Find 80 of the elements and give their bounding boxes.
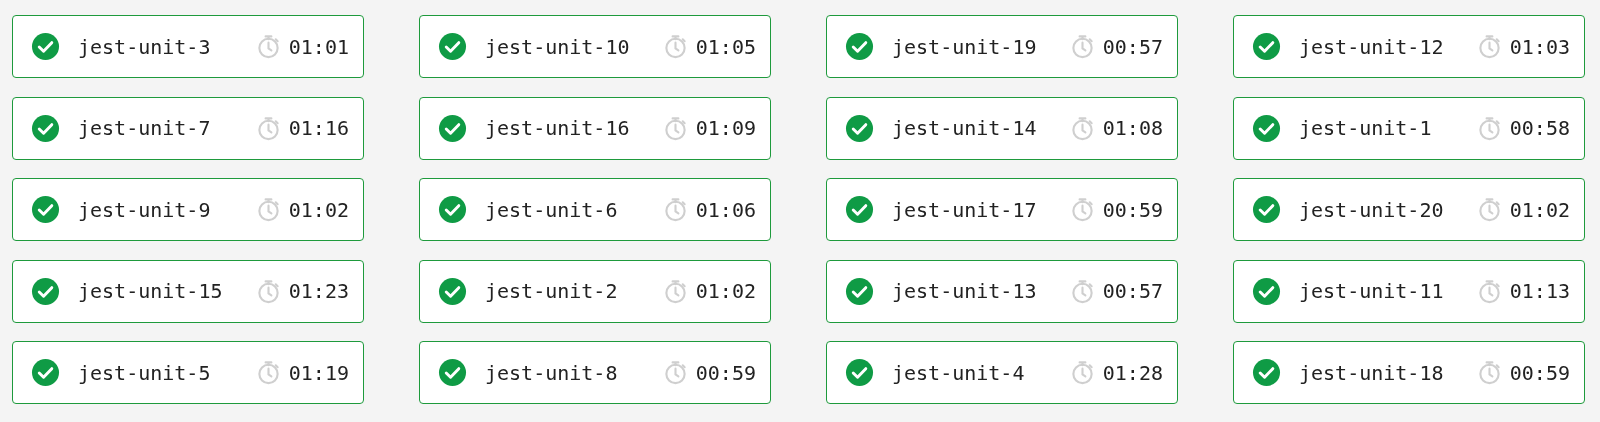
job-card[interactable]: jest-unit-10 01:05 [419,15,771,78]
job-card[interactable]: jest-unit-12 01:03 [1233,15,1585,78]
job-name: jest-unit-17 [892,196,1038,224]
job-card[interactable]: jest-unit-13 00:57 [826,259,1178,323]
stopwatch-icon [662,34,688,59]
job-card[interactable]: jest-unit-2 01:02 [419,259,771,323]
job-name: jest-unit-20 [1299,196,1445,224]
stopwatch-icon [662,197,688,223]
stopwatch-icon [662,115,688,141]
job-name: jest-unit-3 [78,33,212,61]
duration-text: 01:01 [288,33,349,61]
job-card[interactable]: jest-unit-6 01:06 [419,178,771,242]
stopwatch-icon [255,360,281,386]
stopwatch-icon [255,115,281,141]
duration-text: 01:16 [288,115,349,143]
job-name: jest-unit-9 [78,196,212,224]
stopwatch-icon [1476,34,1502,59]
job-name: jest-unit-14 [892,115,1038,143]
duration-text: 01:09 [695,115,756,143]
job-name: jest-unit-10 [485,33,631,61]
job-name: jest-unit-4 [892,359,1026,387]
duration-text: 00:59 [1102,196,1163,224]
duration-text: 01:02 [1509,196,1570,224]
duration-text: 00:59 [1509,359,1570,387]
duration-text: 01:08 [1102,115,1163,143]
job-name: jest-unit-18 [1299,359,1445,387]
duration-text: 01:19 [288,359,349,387]
duration-text: 00:57 [1102,33,1163,61]
duration-text: 01:03 [1509,33,1570,61]
duration-text: 01:23 [288,278,349,306]
job-name: jest-unit-6 [485,196,619,224]
job-name: jest-unit-2 [485,278,619,306]
job-card[interactable]: jest-unit-4 01:28 [826,341,1178,405]
job-name: jest-unit-8 [485,359,619,387]
job-name: jest-unit-13 [892,278,1038,306]
job-card[interactable]: jest-unit-16 01:09 [419,96,771,160]
stopwatch-icon [1069,34,1095,59]
job-name: jest-unit-11 [1299,278,1445,306]
stopwatch-icon [662,360,688,386]
duration-text: 00:58 [1509,115,1570,143]
stopwatch-icon [1476,115,1502,141]
stopwatch-icon [1069,360,1095,386]
duration-text: 01:02 [288,196,349,224]
duration-text: 01:05 [695,33,756,61]
job-card[interactable]: jest-unit-3 01:01 [12,15,364,78]
job-card[interactable]: jest-unit-5 01:19 [12,341,364,405]
duration-text: 00:57 [1102,278,1163,306]
stopwatch-icon [1476,197,1502,223]
stopwatch-icon [1476,278,1502,304]
job-card[interactable]: jest-unit-7 01:16 [12,96,364,160]
job-name: jest-unit-1 [1299,115,1433,143]
job-card[interactable]: jest-unit-18 00:59 [1233,341,1585,405]
job-name: jest-unit-7 [78,115,212,143]
job-name: jest-unit-5 [78,359,212,387]
job-card[interactable]: jest-unit-20 01:02 [1233,178,1585,242]
stopwatch-icon [255,197,281,223]
job-card[interactable]: jest-unit-19 00:57 [826,15,1178,78]
job-card[interactable]: jest-unit-15 01:23 [12,259,364,323]
job-name: jest-unit-16 [485,115,631,143]
job-card[interactable]: jest-unit-17 00:59 [826,178,1178,242]
stopwatch-icon [1069,115,1095,141]
job-card[interactable]: jest-unit-1 00:58 [1233,96,1585,160]
stopwatch-icon [1476,360,1502,386]
duration-text: 01:28 [1102,359,1163,387]
stopwatch-icon [662,278,688,304]
job-card[interactable]: jest-unit-11 01:13 [1233,259,1585,323]
duration-text: 01:02 [695,278,756,306]
job-name: jest-unit-19 [892,33,1038,61]
job-name: jest-unit-12 [1299,33,1445,61]
stopwatch-icon [1069,278,1095,304]
job-card[interactable]: jest-unit-14 01:08 [826,96,1178,160]
job-card[interactable]: jest-unit-9 01:02 [12,178,364,242]
stopwatch-icon [255,278,281,304]
job-card[interactable]: jest-unit-8 00:59 [419,341,771,405]
duration-text: 00:59 [695,359,756,387]
stopwatch-icon [255,34,281,59]
stopwatch-icon [1069,197,1095,223]
duration-text: 01:06 [695,196,756,224]
duration-text: 01:13 [1509,278,1570,306]
job-name: jest-unit-15 [78,278,224,306]
